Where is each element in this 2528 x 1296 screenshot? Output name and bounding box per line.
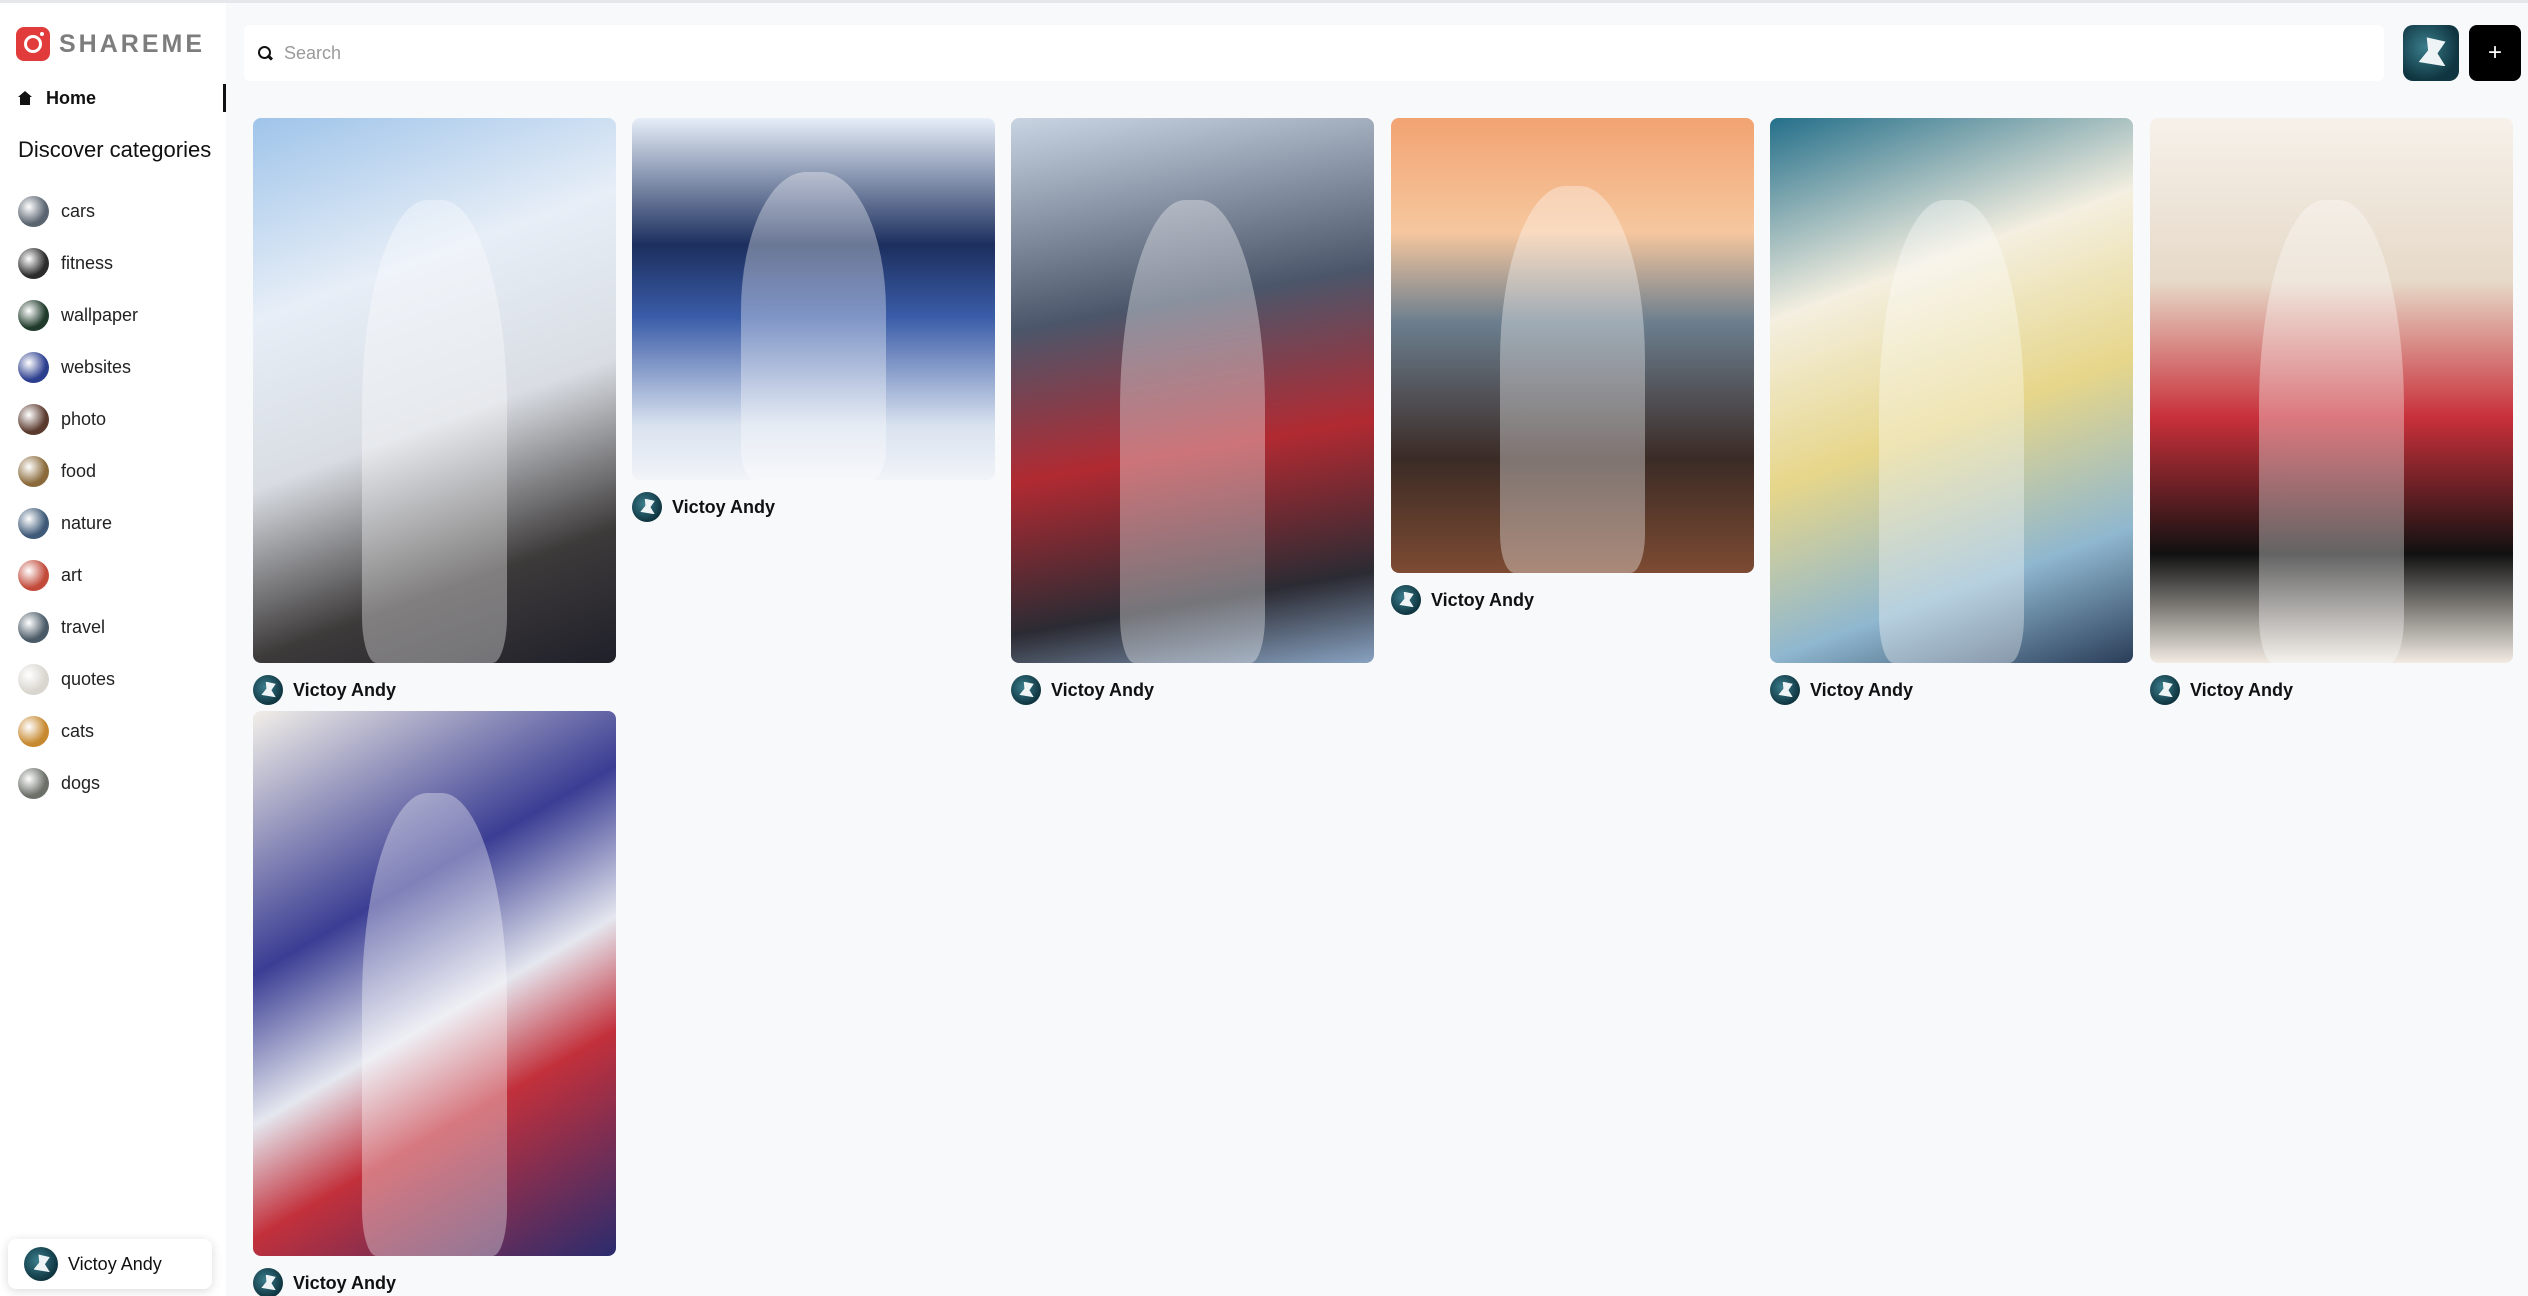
category-label: cats xyxy=(61,720,95,741)
pin-card[interactable]: Victoy Andy xyxy=(253,711,616,1296)
avatar xyxy=(1391,585,1421,615)
pin-image[interactable] xyxy=(632,118,995,480)
category-label: art xyxy=(61,564,83,585)
category-thumbnail xyxy=(18,559,49,591)
header-user-avatar[interactable] xyxy=(2403,25,2459,81)
pin-author[interactable]: Victoy Andy xyxy=(2150,675,2513,705)
category-label: food xyxy=(61,460,97,481)
sidebar: SHAREME Home Discover categories cars fi… xyxy=(0,3,226,1296)
category-item[interactable]: food xyxy=(18,445,138,497)
pin-author-name: Victoy Andy xyxy=(293,679,397,700)
category-thumbnail xyxy=(18,403,49,435)
category-label: cars xyxy=(61,200,96,221)
avatar xyxy=(1770,675,1800,705)
category-thumbnail xyxy=(18,455,49,487)
pin-author-name: Victoy Andy xyxy=(672,496,776,517)
pin-image[interactable] xyxy=(1011,118,1374,663)
avatar xyxy=(253,1268,283,1296)
category-item[interactable]: cats xyxy=(18,705,138,757)
pin-author[interactable]: Victoy Andy xyxy=(632,492,995,522)
category-item[interactable]: websites xyxy=(18,341,138,393)
pin-author-name: Victoy Andy xyxy=(1051,679,1155,700)
category-thumbnail xyxy=(18,195,49,227)
category-thumbnail xyxy=(18,247,49,279)
avatar xyxy=(24,1247,58,1281)
create-pin-button[interactable]: + xyxy=(2469,25,2521,81)
search-bar[interactable] xyxy=(244,25,2384,81)
category-thumbnail xyxy=(18,611,49,643)
pin-author[interactable]: Victoy Andy xyxy=(1011,675,1374,705)
app-name: SHAREME xyxy=(59,29,206,58)
category-item[interactable]: quotes xyxy=(18,653,138,705)
categories-heading: Discover categories xyxy=(18,137,212,162)
pin-author-name: Victoy Andy xyxy=(1431,589,1535,610)
avatar xyxy=(2150,675,2180,705)
sidebar-user-profile[interactable]: Victoy Andy xyxy=(8,1239,212,1289)
nav-home-label: Home xyxy=(46,87,97,108)
pin-image[interactable] xyxy=(1770,118,2133,663)
category-thumbnail xyxy=(18,351,49,383)
pin-author[interactable]: Victoy Andy xyxy=(1770,675,2133,705)
category-label: wallpaper xyxy=(61,304,139,325)
category-item[interactable]: travel xyxy=(18,601,138,653)
category-item[interactable]: cars xyxy=(18,185,138,237)
pin-author[interactable]: Victoy Andy xyxy=(253,675,616,705)
pin-image[interactable] xyxy=(253,118,616,663)
nav-home[interactable]: Home xyxy=(18,84,226,112)
category-item[interactable]: dogs xyxy=(18,757,138,809)
category-item[interactable]: fitness xyxy=(18,237,138,289)
pin-card[interactable]: Victoy Andy xyxy=(1391,118,1754,615)
pin-author-name: Victoy Andy xyxy=(293,1272,397,1293)
category-label: fitness xyxy=(61,252,114,273)
pin-card[interactable]: Victoy Andy xyxy=(1770,118,2133,705)
category-label: websites xyxy=(61,356,132,377)
category-thumbnail xyxy=(18,663,49,695)
pin-author[interactable]: Victoy Andy xyxy=(253,1268,616,1296)
sidebar-user-name: Victoy Andy xyxy=(68,1253,162,1274)
category-item[interactable]: wallpaper xyxy=(18,289,138,341)
category-label: travel xyxy=(61,616,106,637)
avatar xyxy=(253,675,283,705)
category-label: quotes xyxy=(61,668,116,689)
home-icon xyxy=(18,91,32,105)
search-input[interactable] xyxy=(284,42,2284,64)
category-label: photo xyxy=(61,408,107,429)
pin-image[interactable] xyxy=(253,711,616,1256)
pin-author-name: Victoy Andy xyxy=(1810,679,1914,700)
category-label: dogs xyxy=(61,772,101,793)
pin-card[interactable]: Victoy Andy xyxy=(632,118,995,522)
category-item[interactable]: nature xyxy=(18,497,138,549)
camera-icon xyxy=(16,27,50,61)
category-thumbnail xyxy=(18,767,49,799)
pin-image[interactable] xyxy=(1391,118,1754,573)
category-thumbnail xyxy=(18,507,49,539)
avatar xyxy=(632,492,662,522)
pin-image[interactable] xyxy=(2150,118,2513,663)
pin-author[interactable]: Victoy Andy xyxy=(1391,585,1754,615)
pin-card[interactable]: Victoy Andy xyxy=(1011,118,1374,705)
category-label: nature xyxy=(61,512,113,533)
app-logo[interactable]: SHAREME xyxy=(16,27,205,61)
category-item[interactable]: art xyxy=(18,549,138,601)
pin-card[interactable]: Victoy Andy xyxy=(2150,118,2513,705)
category-thumbnail xyxy=(18,299,49,331)
category-item[interactable]: photo xyxy=(18,393,138,445)
search-icon xyxy=(258,46,272,60)
category-list: cars fitness wallpaper websites photo fo… xyxy=(18,185,138,809)
pin-author-name: Victoy Andy xyxy=(2190,679,2294,700)
category-thumbnail xyxy=(18,715,49,747)
pin-card[interactable]: Victoy Andy xyxy=(253,118,616,705)
avatar xyxy=(1011,675,1041,705)
